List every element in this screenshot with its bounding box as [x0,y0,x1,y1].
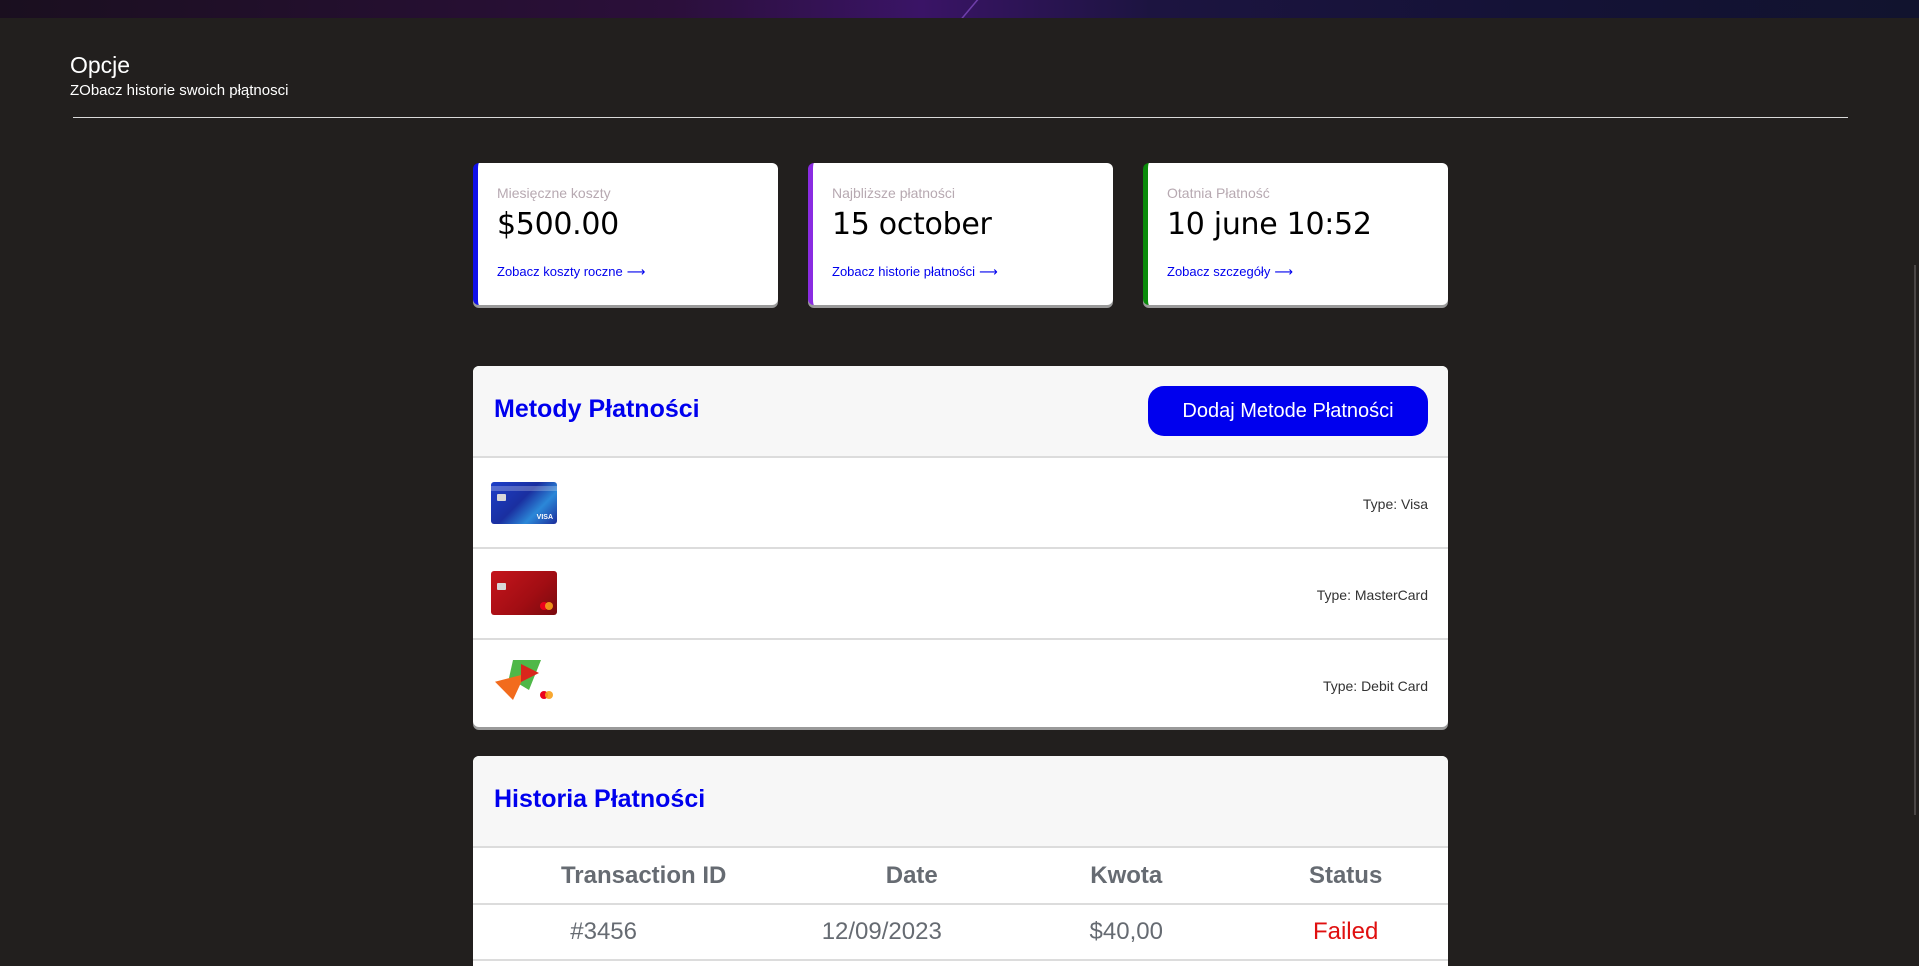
stat-value: 10 june 10:52 [1167,207,1372,242]
scrollbar-thumb[interactable] [1914,265,1916,815]
payment-history-table: Transaction ID Date Kwota Status #3456 1… [473,848,1448,961]
payment-method-type: Type: MasterCard [1316,587,1428,603]
view-yearly-costs-link[interactable]: Zobacz koszty roczne ⟶ [497,264,645,280]
payment-method-row[interactable]: Type: MasterCard [473,549,1448,640]
payment-methods-panel: Metody Płatności Dodaj Metode Płatności … [473,366,1448,727]
arrow-right-icon: ⟶ [979,264,998,279]
status-cell: Failed [1243,904,1448,961]
stat-card-last-payment: Otatnia Płatność 10 june 10:52 Zobacz sz… [1143,163,1448,305]
arrow-right-icon: ⟶ [1274,264,1293,279]
stat-card-upcoming-payments: Najbliższe płatności 15 october Zobacz h… [808,163,1113,305]
header-divider [73,117,1848,118]
date-cell: 12/09/2023 [814,904,1010,961]
column-header-transaction-id: Transaction ID [473,848,815,905]
payment-method-type: Type: Debit Card [1322,678,1428,694]
debit-card-icon [491,656,557,704]
link-label: Zobacz szczegóły [1167,264,1271,279]
stat-label: Najbliższe płatności [832,185,955,201]
mastercard-card-icon [491,571,557,615]
column-header-date: Date [814,848,1010,905]
payment-method-type: Type: Visa [1362,496,1428,512]
link-label: Zobacz historie płatności [832,264,976,279]
stat-label: Otatnia Płatność [1167,185,1270,201]
page-subtitle: ZObacz historie swoich płątnosci [70,82,289,99]
visa-card-icon: VISA [491,482,557,524]
payment-method-row[interactable]: VISA Type: Visa [473,458,1448,549]
add-payment-method-button[interactable]: Dodaj Metode Płatności [1148,386,1428,436]
transaction-id-cell: #3456 [473,904,815,961]
payment-methods-title: Metody Płatności [494,395,700,423]
stat-label: Miesięczne koszty [497,185,611,201]
table-row[interactable]: #3456 12/09/2023 $40,00 Failed [473,904,1448,961]
stat-value: $500.00 [497,207,619,242]
payment-history-panel: Historia Płatności Transaction ID Date K… [473,756,1448,966]
stat-card-monthly-costs: Miesięczne koszty $500.00 Zobacz koszty … [473,163,778,305]
banner-streak [843,0,987,18]
payment-history-header: Historia Płatności [473,756,1448,848]
column-header-status: Status [1243,848,1448,905]
view-payment-history-link[interactable]: Zobacz historie płatności ⟶ [832,264,998,280]
link-label: Zobacz koszty roczne [497,264,623,279]
page-header: Opcje ZObacz historie swoich płątnosci [70,52,288,99]
payment-method-row[interactable]: Type: Debit Card [473,640,1448,727]
payment-methods-header: Metody Płatności Dodaj Metode Płatności [473,366,1448,458]
table-header-row: Transaction ID Date Kwota Status [473,848,1448,905]
arrow-right-icon: ⟶ [626,264,646,279]
page-title: Opcje [70,52,131,78]
amount-cell: $40,00 [1009,904,1244,961]
view-details-link[interactable]: Zobacz szczegóły ⟶ [1167,264,1293,280]
payment-history-title: Historia Płatności [494,785,706,813]
stat-value: 15 october [832,207,992,242]
top-banner [0,0,1919,18]
column-header-amount: Kwota [1009,848,1244,905]
